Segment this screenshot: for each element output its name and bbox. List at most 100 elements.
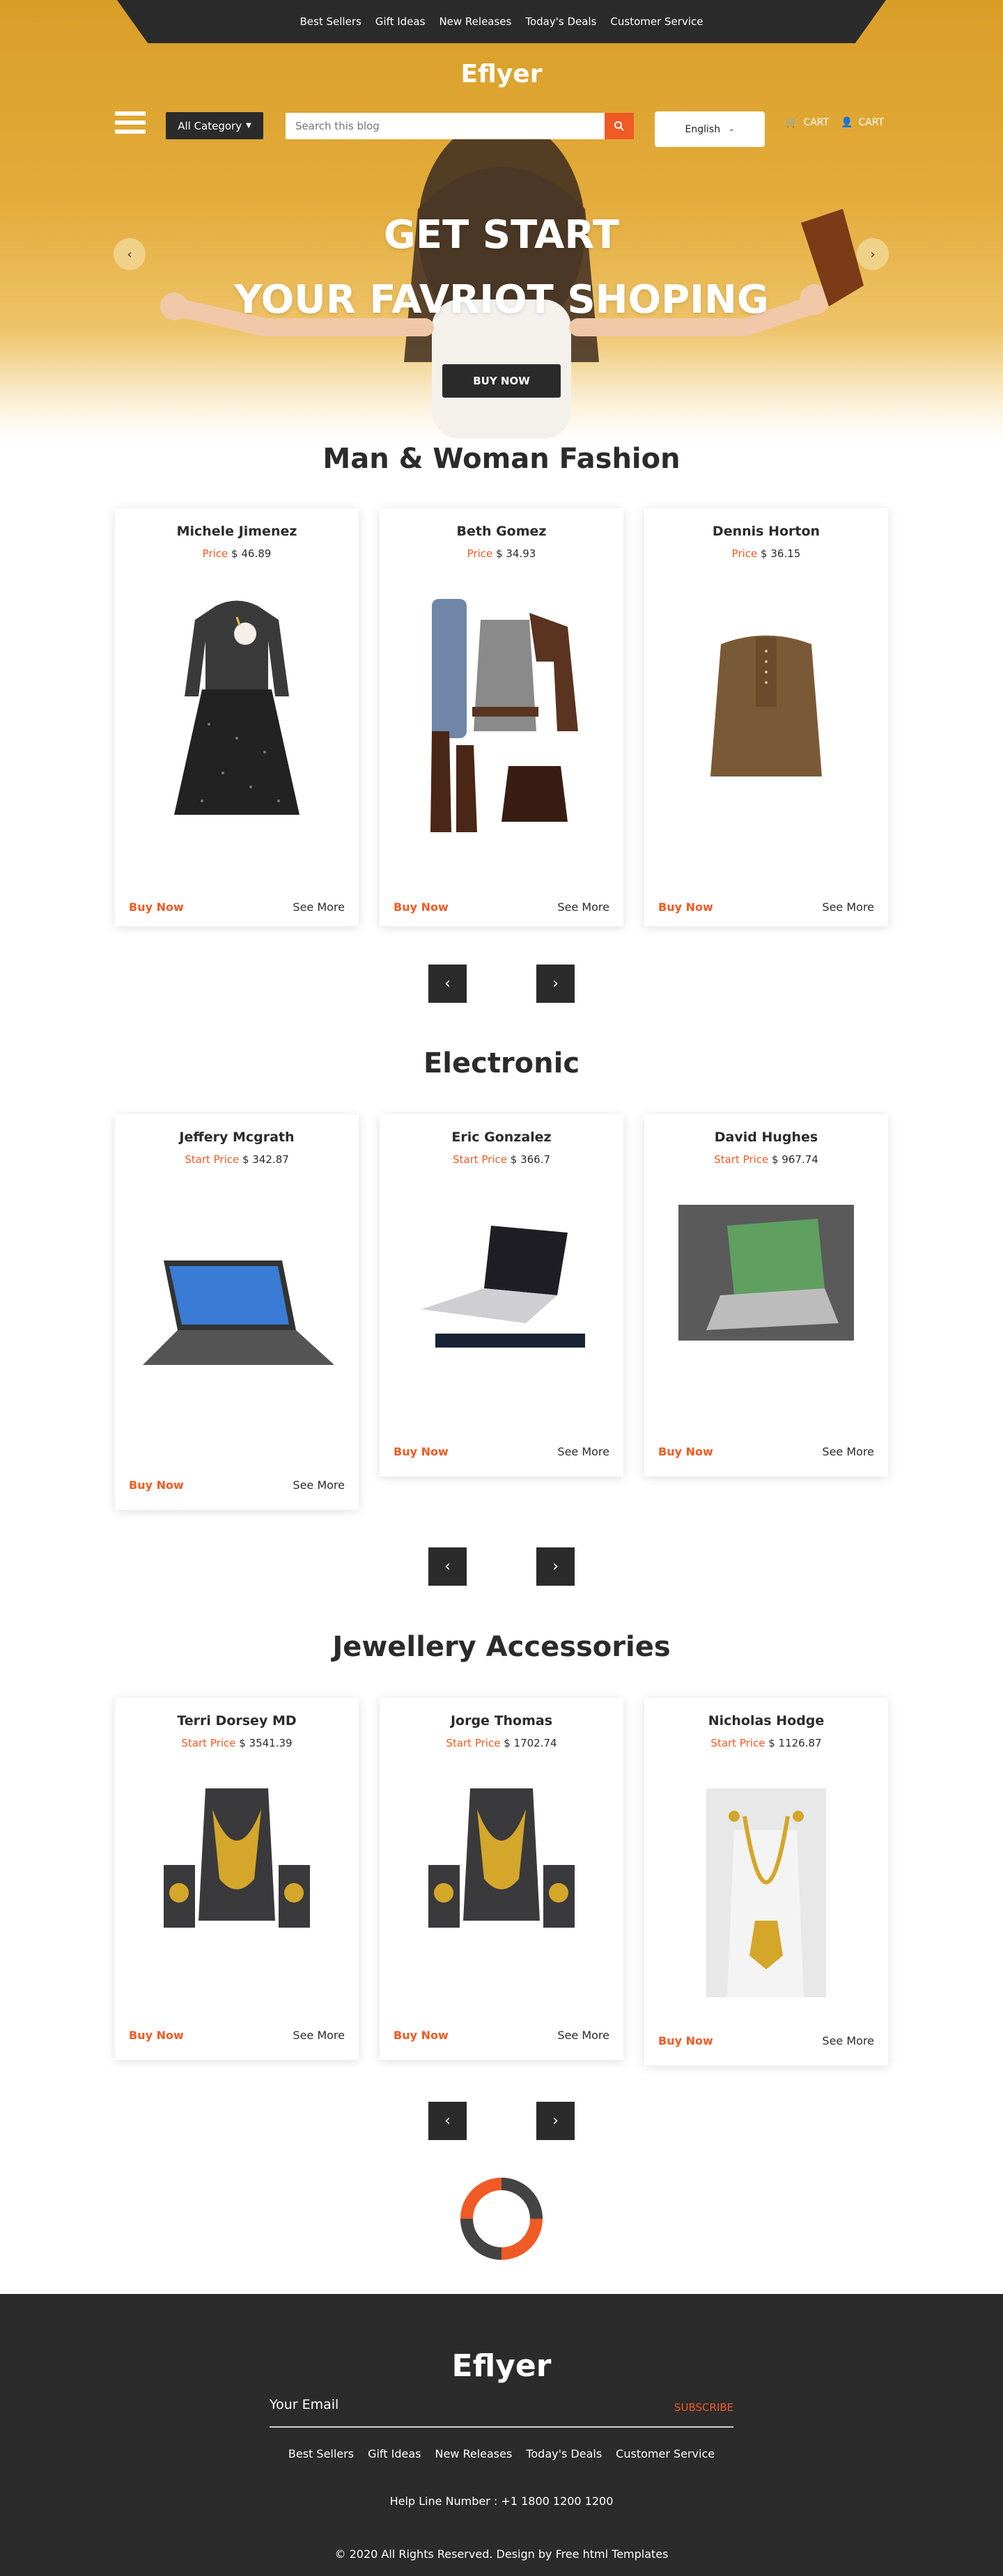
search-button[interactable]	[605, 113, 634, 139]
nav-gift-ideas[interactable]: Gift Ideas	[375, 15, 426, 28]
cart-link[interactable]: 🛒 CART	[786, 117, 829, 128]
product-card: Dennis Horton Price $ 36.15 Buy Now See …	[644, 508, 888, 926]
nav-customer-service[interactable]: Customer Service	[610, 15, 703, 28]
user-icon: 👤	[841, 117, 853, 128]
next-arrow-icon[interactable]: ›	[536, 2102, 575, 2140]
next-arrow-icon[interactable]: ›	[536, 1547, 575, 1586]
product-price: Start Price $ 366.7	[452, 1153, 551, 1166]
see-more-link[interactable]: See More	[557, 900, 609, 914]
product-name: David Hughes	[714, 1130, 818, 1145]
prev-arrow-icon[interactable]: ‹	[428, 2102, 467, 2140]
product-price: Start Price $ 967.74	[714, 1153, 818, 1166]
prev-arrow-icon[interactable]: ‹	[428, 1547, 467, 1586]
see-more-link[interactable]: See More	[293, 1478, 345, 1492]
brand-logo[interactable]: Eflyer	[0, 60, 1003, 88]
product-name: Nicholas Hodge	[708, 1713, 825, 1728]
account-link[interactable]: 👤 CART	[841, 117, 884, 128]
copyright-text: © 2020 All Rights Reserved. Design by Fr…	[334, 2547, 669, 2561]
laptop-image	[390, 1212, 613, 1358]
account-label: CART	[858, 117, 885, 128]
product-name: Beth Gomez	[456, 524, 547, 539]
see-more-link[interactable]: See More	[293, 2029, 345, 2042]
buy-now-link[interactable]: Buy Now	[658, 1445, 713, 1458]
hero-buy-button[interactable]: BUY NOW	[442, 364, 561, 398]
next-arrow-icon[interactable]: ›	[536, 965, 575, 1003]
buy-now-link[interactable]: Buy Now	[658, 2034, 713, 2047]
section-title-electronic: Electronic	[423, 1047, 580, 1079]
product-name: Dennis Horton	[712, 524, 821, 539]
buy-now-link[interactable]: Buy Now	[658, 900, 713, 914]
language-select[interactable]: English ⌄	[655, 111, 765, 147]
nav-new-releases[interactable]: New Releases	[439, 15, 511, 28]
email-underline	[270, 2426, 733, 2428]
long-necklace-image	[655, 1785, 878, 2001]
hero-prev-arrow-icon[interactable]: ‹	[114, 238, 146, 270]
footer-email-input[interactable]: Your Email	[270, 2397, 339, 2412]
cart-label: CART	[803, 117, 830, 128]
product-name: Terri Dorsey MD	[177, 1713, 297, 1728]
hamburger-menu-icon[interactable]	[115, 111, 146, 139]
product-price: Start Price $ 1702.74	[446, 1737, 557, 1749]
product-card: Michele Jimenez Price $ 46.89 Buy Now Se…	[115, 508, 359, 926]
search-input[interactable]	[286, 113, 605, 139]
buy-now-link[interactable]: Buy Now	[394, 900, 449, 914]
nav-todays-deals[interactable]: Today's Deals	[525, 15, 596, 28]
footer-nav-todays-deals[interactable]: Today's Deals	[526, 2447, 602, 2460]
dress-image	[125, 592, 348, 822]
product-price: Start Price $ 1126.87	[710, 1737, 822, 1749]
laptop-image	[125, 1233, 348, 1400]
loading-spinner-icon	[460, 2178, 543, 2260]
buy-now-link[interactable]: Buy Now	[129, 900, 184, 914]
product-name: Jorge Thomas	[450, 1713, 553, 1728]
product-price: Price $ 34.93	[467, 547, 536, 560]
section-title-fashion: Man & Woman Fashion	[322, 443, 681, 475]
product-card: Terri Dorsey MD Start Price $ 3541.39 Bu…	[115, 1698, 359, 2060]
product-name: Michele Jimenez	[176, 524, 297, 539]
see-more-link[interactable]: See More	[822, 900, 874, 914]
product-card: Beth Gomez Price $ 34.93 Buy Now See Mor…	[380, 508, 623, 926]
necklace-image	[390, 1781, 613, 1942]
product-price: Start Price $ 342.87	[185, 1153, 289, 1166]
footer-nav-gift-ideas[interactable]: Gift Ideas	[368, 2447, 421, 2460]
product-price: Price $ 36.15	[731, 547, 801, 560]
see-more-link[interactable]: See More	[557, 1445, 609, 1458]
subscribe-button[interactable]: SUBSCRIBE	[674, 2401, 733, 2414]
chevron-down-icon: ⌄	[729, 125, 735, 133]
product-card: David Hughes Start Price $ 967.74 Buy No…	[644, 1114, 888, 1476]
buy-now-link[interactable]: Buy Now	[394, 1445, 449, 1458]
language-label: English	[685, 123, 721, 135]
outfit-image	[390, 592, 613, 836]
prev-arrow-icon[interactable]: ‹	[428, 965, 467, 1003]
kurta-image	[655, 606, 878, 808]
buy-now-link[interactable]: Buy Now	[129, 1478, 184, 1492]
product-name: Jeffery Mcgrath	[179, 1130, 295, 1145]
footer-brand-logo[interactable]: Eflyer	[0, 2348, 1003, 2384]
hero-title: GET START	[383, 212, 620, 258]
buy-now-link[interactable]: Buy Now	[394, 2029, 449, 2042]
product-name: Eric Gonzalez	[451, 1130, 552, 1145]
category-label: All Category	[178, 119, 242, 132]
hero-next-arrow-icon[interactable]: ›	[857, 238, 889, 270]
footer-nav-new-releases[interactable]: New Releases	[435, 2447, 512, 2460]
see-more-link[interactable]: See More	[822, 1445, 874, 1458]
product-card: Jeffery Mcgrath Start Price $ 342.87 Buy…	[115, 1114, 359, 1510]
footer: Eflyer Your Email SUBSCRIBE Best Sellers…	[0, 2294, 1003, 2576]
footer-nav-customer-service[interactable]: Customer Service	[616, 2447, 715, 2460]
hero-subtitle: YOUR FAVRIOT SHOPING	[234, 277, 769, 322]
product-card: Jorge Thomas Start Price $ 1702.74 Buy N…	[380, 1698, 623, 2060]
top-nav: Best Sellers Gift Ideas New Releases Tod…	[117, 0, 886, 43]
caret-down-icon: ▼	[246, 122, 251, 130]
see-more-link[interactable]: See More	[822, 2034, 874, 2047]
category-dropdown[interactable]: All Category ▼	[166, 112, 263, 139]
product-card: Eric Gonzalez Start Price $ 366.7 Buy No…	[380, 1114, 623, 1476]
footer-nav: Best Sellers Gift Ideas New Releases Tod…	[0, 2447, 1003, 2460]
see-more-link[interactable]: See More	[557, 2029, 609, 2042]
search-icon	[614, 121, 624, 131]
see-more-link[interactable]: See More	[293, 900, 345, 914]
nav-best-sellers[interactable]: Best Sellers	[300, 15, 361, 28]
cart-icon: 🛒	[786, 117, 798, 128]
buy-now-link[interactable]: Buy Now	[129, 2029, 184, 2042]
product-price: Price $ 46.89	[202, 547, 272, 560]
footer-nav-best-sellers[interactable]: Best Sellers	[288, 2447, 354, 2460]
product-price: Start Price $ 3541.39	[181, 1737, 293, 1749]
